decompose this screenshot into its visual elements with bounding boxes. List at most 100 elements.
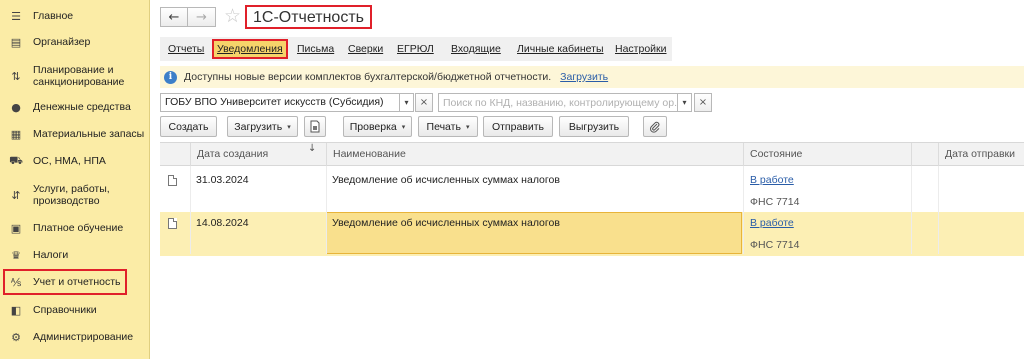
sidebar-item-label: Материальные запасы — [33, 128, 145, 140]
forward-button[interactable]: → — [188, 7, 216, 27]
sidebar-item-main[interactable]: ☰ Главное — [0, 8, 150, 24]
tab-incoming[interactable]: Входящие — [451, 43, 501, 55]
chevron-down-icon: ▾ — [682, 98, 687, 107]
hamburger-menu-icon: ☰ — [11, 9, 21, 23]
education-icon: ▣ — [10, 221, 22, 235]
sidebar-item-taxes[interactable]: ♛ Налоги — [0, 247, 150, 263]
row-name: Уведомление об исчисленных суммах налого… — [332, 217, 560, 229]
table-header: Дата создания ↓ Наименование Состояние Д… — [160, 142, 1024, 166]
sidebar-item-label: Услуги, работы, производство — [33, 183, 110, 207]
info-message: Доступны новые версии комплектов бухгалт… — [184, 71, 552, 83]
sidebar-item-label: Планирование и санкционирование — [33, 64, 125, 88]
sidebar-item-label: Органайзер — [33, 36, 91, 48]
table-row-selected[interactable]: 14.08.2024 Уведомление об исчисленных су… — [160, 212, 1024, 256]
column-header-name[interactable]: Наименование — [326, 143, 743, 166]
row-date: 14.08.2024 — [196, 217, 249, 229]
organizer-icon: ▤ — [10, 35, 22, 49]
tab-letters[interactable]: Письма — [297, 43, 334, 55]
document-action-button[interactable] — [304, 116, 326, 137]
taxes-icon: ♛ — [11, 248, 21, 262]
column-header-state[interactable]: Состояние — [743, 143, 911, 166]
sidebar-item-references[interactable]: ◧ Справочники — [0, 302, 150, 318]
document-icon — [310, 120, 320, 133]
chevron-down-icon: ▾ — [404, 98, 409, 107]
info-icon: i — [164, 70, 177, 84]
column-divider — [190, 166, 191, 254]
search-clear-button[interactable]: × — [694, 93, 712, 112]
navigation-buttons: ← → — [160, 7, 216, 27]
sidebar-item-planning[interactable]: ⇅ Планирование и санкционирование — [0, 62, 150, 90]
search-input[interactable] — [438, 93, 678, 112]
sidebar-item-label: ОС, НМА, НПА — [33, 155, 106, 167]
create-button[interactable]: Создать — [160, 116, 217, 137]
check-button-label: Проверка — [349, 120, 397, 133]
tab-settings[interactable]: Настройки — [615, 43, 667, 55]
sidebar-item-education[interactable]: ▣ Платное обучение — [0, 220, 150, 236]
send-button[interactable]: Отправить — [483, 116, 553, 137]
sidebar-item-money[interactable]: ● Денежные средства — [0, 99, 150, 115]
sidebar-item-label: Справочники — [33, 304, 97, 316]
sidebar: ☰ Главное ▤ Органайзер ⇅ Планирование и … — [0, 0, 150, 359]
print-button[interactable]: Печать ▾ — [418, 116, 478, 137]
tab-reports[interactable]: Отчеты — [168, 43, 204, 55]
export-button[interactable]: Выгрузить — [559, 116, 629, 137]
organization-dropdown-button[interactable]: ▾ — [400, 93, 414, 112]
assets-truck-icon: ⛟ — [9, 153, 23, 167]
column-icon — [160, 143, 190, 166]
row-status-link[interactable]: В работе — [750, 174, 794, 186]
download-link[interactable]: Загрузить — [560, 71, 608, 83]
sidebar-item-services[interactable]: ⇵ Услуги, работы, производство — [0, 181, 150, 209]
organization-select[interactable]: ГОБУ ВПО Университет искусств (Субсидия) — [160, 93, 400, 112]
row-authority: ФНС 7714 — [750, 196, 800, 208]
column-divider — [326, 166, 327, 254]
back-button[interactable]: ← — [160, 7, 188, 27]
chevron-down-icon: ▾ — [287, 122, 291, 131]
info-bar: i Доступны новые версии комплектов бухга… — [160, 66, 1024, 88]
check-button[interactable]: Проверка ▾ — [343, 116, 412, 137]
page-title: 1С-Отчетность — [245, 5, 372, 29]
sidebar-item-organizer[interactable]: ▤ Органайзер — [0, 34, 150, 50]
column-divider — [743, 166, 744, 254]
table-row[interactable]: 31.03.2024 Уведомление об исчисленных су… — [160, 166, 1024, 210]
sidebar-item-label: Учет и отчетность — [33, 276, 121, 288]
row-name: Уведомление об исчисленных суммах налого… — [332, 174, 560, 186]
tab-personal-accounts[interactable]: Личные кабинеты — [517, 43, 604, 55]
notifications-table: Дата создания ↓ Наименование Состояние Д… — [160, 142, 1024, 359]
sidebar-item-label: Денежные средства — [33, 101, 131, 113]
tab-reconciliations[interactable]: Сверки — [348, 43, 383, 55]
sidebar-item-label: Платное обучение — [33, 222, 124, 234]
print-button-label: Печать — [426, 120, 461, 133]
column-header-date[interactable]: Дата создания — [190, 143, 326, 166]
paperclip-icon — [650, 121, 660, 133]
services-icon: ⇵ — [11, 188, 21, 202]
row-date: 31.03.2024 — [196, 174, 249, 186]
sidebar-item-accounting[interactable]: ⅍ Учет и отчетность — [3, 269, 127, 295]
arrow-right-icon: → — [196, 9, 207, 25]
money-coin-icon: ● — [11, 100, 21, 114]
search-dropdown-button[interactable]: ▾ — [678, 93, 692, 112]
chevron-down-icon: ▾ — [465, 122, 470, 131]
column-header-sent-date[interactable]: Дата отправки — [938, 143, 1024, 166]
accounting-icon: ⅍ — [10, 275, 22, 289]
sidebar-item-inventory[interactable]: ▦ Материальные запасы — [0, 126, 150, 142]
sidebar-item-administration[interactable]: ⚙ Администрирование — [0, 329, 150, 345]
sidebar-item-label: Главное — [33, 10, 74, 22]
organization-clear-button[interactable]: × — [415, 93, 433, 112]
row-status-link[interactable]: В работе — [750, 217, 794, 229]
tabs-bar: Отчеты Уведомления Письма Сверки ЕГРЮЛ В… — [160, 37, 672, 61]
column-header-blank — [911, 143, 938, 166]
load-button-label: Загрузить — [234, 120, 283, 133]
attach-button[interactable] — [643, 116, 667, 137]
document-icon — [168, 175, 177, 186]
close-icon: × — [698, 97, 708, 108]
sort-descending-icon[interactable]: ↓ — [308, 143, 316, 154]
favorite-star-icon[interactable]: ☆ — [224, 5, 241, 27]
planning-icon: ⇅ — [11, 69, 21, 83]
load-button[interactable]: Загрузить ▾ — [227, 116, 298, 137]
tab-notifications[interactable]: Уведомления — [212, 39, 288, 59]
arrow-left-icon: ← — [168, 9, 180, 25]
sidebar-item-assets[interactable]: ⛟ ОС, НМА, НПА — [0, 153, 150, 169]
inventory-icon: ▦ — [10, 127, 22, 141]
sidebar-item-label: Налоги — [33, 249, 69, 261]
tab-egrul[interactable]: ЕГРЮЛ — [397, 43, 434, 55]
